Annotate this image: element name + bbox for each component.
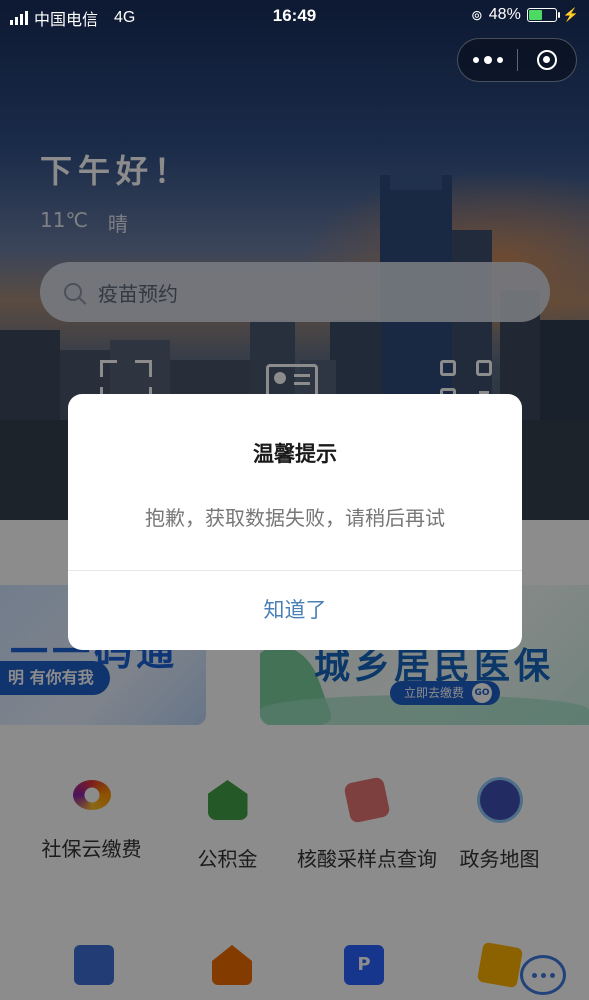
- battery-icon: [526, 8, 560, 22]
- rotation-lock-icon: ⊚: [471, 6, 483, 23]
- miniprogram-capsule: [457, 38, 577, 82]
- dialog-message: 抱歉，获取数据失败，请稍后再试: [145, 506, 445, 530]
- dialog-title: 温馨提示: [253, 442, 337, 466]
- alert-dialog: 温馨提示 抱歉，获取数据失败，请稍后再试 知道了: [68, 394, 522, 650]
- status-bar: 中国电信 4G 16:49 ⊚ 48% ⚡: [0, 0, 589, 32]
- close-miniprogram-button[interactable]: [518, 50, 576, 70]
- charging-icon: ⚡: [562, 7, 579, 22]
- dialog-confirm-button[interactable]: 知道了: [68, 571, 522, 650]
- more-options-icon[interactable]: [458, 39, 517, 81]
- close-target-icon: [537, 50, 557, 70]
- battery-percent: 48%: [488, 6, 521, 23]
